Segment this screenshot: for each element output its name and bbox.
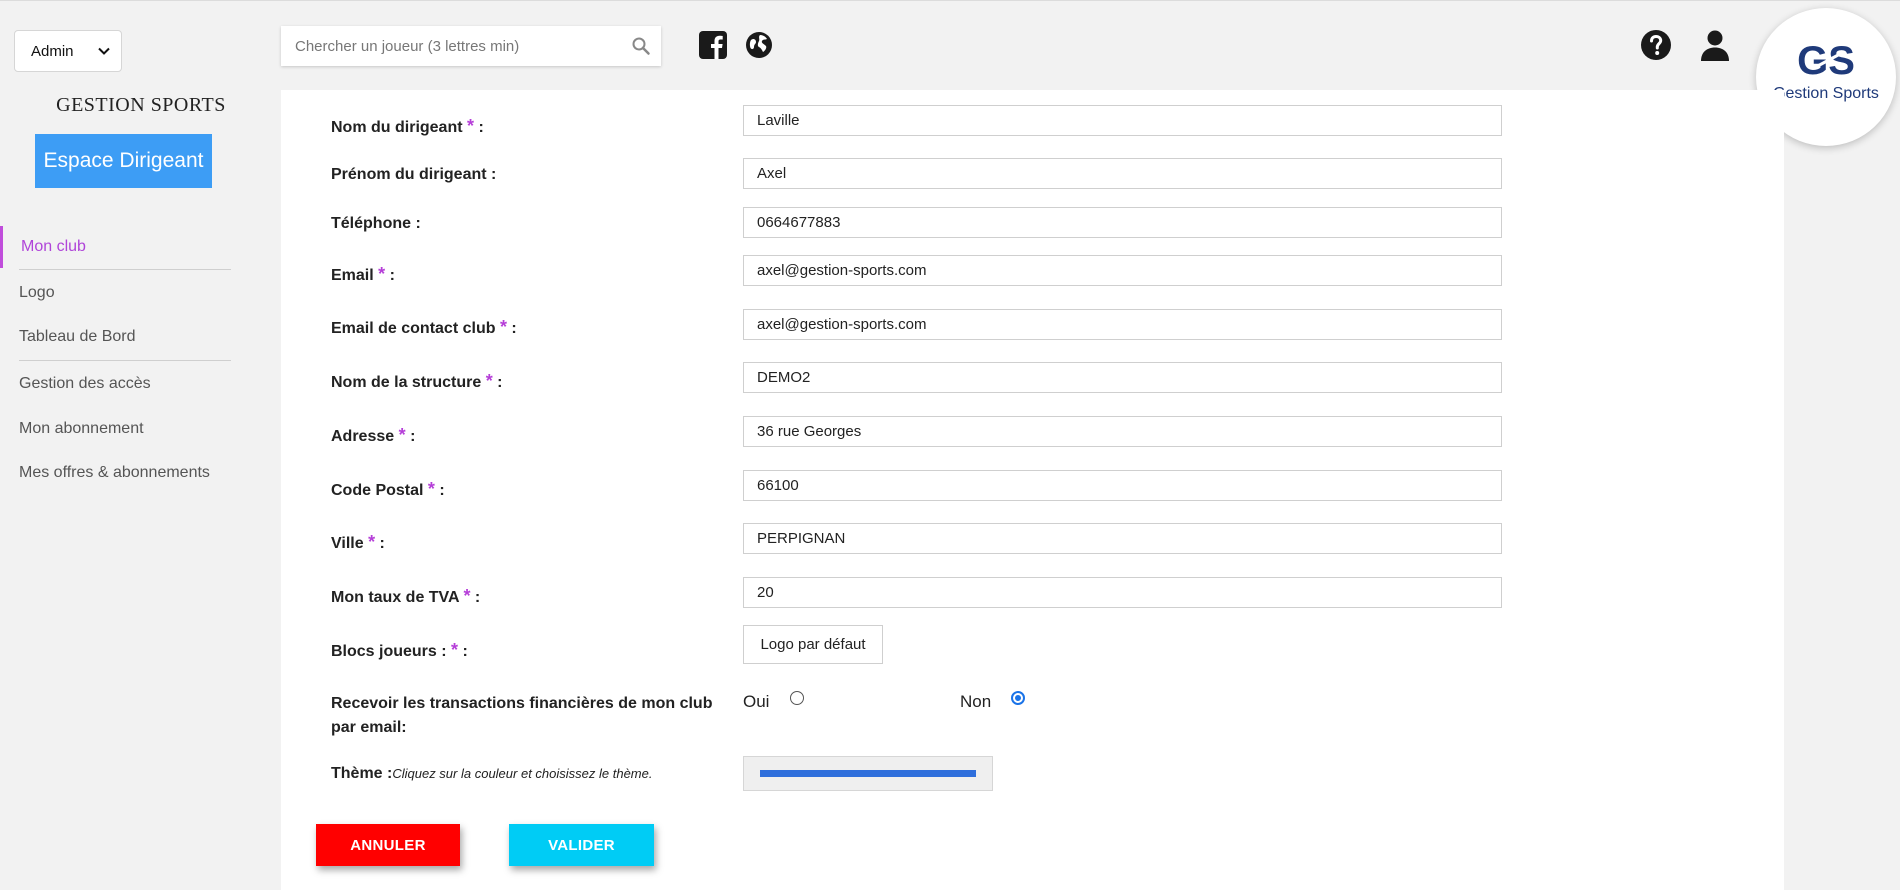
label-tva: Mon taux de TVA * : bbox=[331, 586, 481, 606]
espace-dirigeant-button[interactable]: Espace Dirigeant bbox=[35, 134, 212, 188]
radio-oui[interactable] bbox=[790, 691, 804, 705]
label-nom-structure: Nom de la structure * : bbox=[331, 371, 503, 391]
label-prenom-dirigeant: Prénom du dirigeant : bbox=[331, 166, 497, 183]
required-mark: * bbox=[451, 640, 459, 660]
chevron-down-icon bbox=[98, 47, 110, 55]
sidebar-item-mon-abonnement[interactable]: Mon abonnement bbox=[0, 408, 232, 450]
top-border bbox=[0, 0, 1900, 1]
player-search bbox=[281, 26, 661, 66]
logo-par-defaut-button[interactable]: Logo par défaut bbox=[743, 625, 883, 664]
tva-field[interactable] bbox=[743, 577, 1502, 608]
role-select-value: Admin bbox=[31, 42, 74, 60]
nom-dirigeant-field[interactable] bbox=[743, 105, 1502, 136]
nav-divider bbox=[19, 360, 231, 361]
adresse-field[interactable] bbox=[743, 416, 1502, 447]
label-telephone: Téléphone : bbox=[331, 215, 421, 232]
sidebar-item-gestion-acces[interactable]: Gestion des accès bbox=[0, 363, 232, 405]
user-icon[interactable] bbox=[1698, 28, 1732, 62]
radio-non[interactable] bbox=[1011, 691, 1025, 705]
required-mark: * bbox=[398, 425, 406, 445]
email-contact-field[interactable] bbox=[743, 309, 1502, 340]
brand-title: GESTION SPORTS bbox=[56, 94, 226, 116]
label-nom-dirigeant: Nom du dirigeant * : bbox=[331, 116, 484, 136]
sidebar-item-tableau-de-bord[interactable]: Tableau de Bord bbox=[0, 316, 232, 358]
sidebar-item-offres-abonnements[interactable]: Mes offres & abonnements bbox=[0, 452, 232, 494]
code-postal-field[interactable] bbox=[743, 470, 1502, 501]
required-mark: * bbox=[485, 371, 493, 391]
help-icon[interactable] bbox=[1639, 28, 1673, 62]
nav-divider bbox=[19, 269, 231, 270]
label-adresse: Adresse * : bbox=[331, 425, 416, 445]
submit-button[interactable]: VALIDER bbox=[509, 824, 654, 866]
label-email-contact: Email de contact club * : bbox=[331, 317, 517, 337]
sidebar-item-mon-club[interactable]: Mon club bbox=[0, 226, 232, 268]
cancel-button[interactable]: ANNULER bbox=[316, 824, 460, 866]
telephone-field[interactable] bbox=[743, 207, 1502, 238]
required-mark: * bbox=[499, 317, 507, 337]
radio-label-oui: Oui bbox=[743, 692, 770, 711]
facebook-icon[interactable] bbox=[698, 30, 728, 60]
required-mark: * bbox=[427, 479, 435, 499]
label-blocs-joueurs: Blocs joueurs : * : bbox=[331, 640, 468, 660]
sidebar-item-logo[interactable]: Logo bbox=[0, 272, 232, 314]
search-input[interactable] bbox=[293, 36, 631, 56]
theme-color-swatch bbox=[760, 770, 976, 777]
search-icon[interactable] bbox=[631, 36, 651, 56]
label-email: Email * : bbox=[331, 264, 395, 284]
label-ville: Ville * : bbox=[331, 532, 385, 552]
label-transactions: Recevoir les transactions financières de… bbox=[331, 695, 713, 736]
globe-icon[interactable] bbox=[744, 30, 774, 60]
radio-label-non: Non bbox=[960, 692, 992, 711]
ville-field[interactable] bbox=[743, 523, 1502, 554]
prenom-dirigeant-field[interactable] bbox=[743, 158, 1502, 189]
logo-text: Gestion Sports bbox=[1773, 85, 1879, 102]
role-select[interactable]: Admin bbox=[14, 30, 122, 72]
theme-hint: Cliquez sur la couleur et choisissez le … bbox=[392, 766, 653, 781]
theme-color-picker[interactable] bbox=[743, 756, 993, 791]
nom-structure-field[interactable] bbox=[743, 362, 1502, 393]
label-code-postal: Code Postal * : bbox=[331, 479, 445, 499]
required-mark: * bbox=[467, 116, 475, 136]
label-theme: Thème :Cliquez sur la couleur et choisis… bbox=[331, 765, 653, 782]
email-field[interactable] bbox=[743, 255, 1502, 286]
